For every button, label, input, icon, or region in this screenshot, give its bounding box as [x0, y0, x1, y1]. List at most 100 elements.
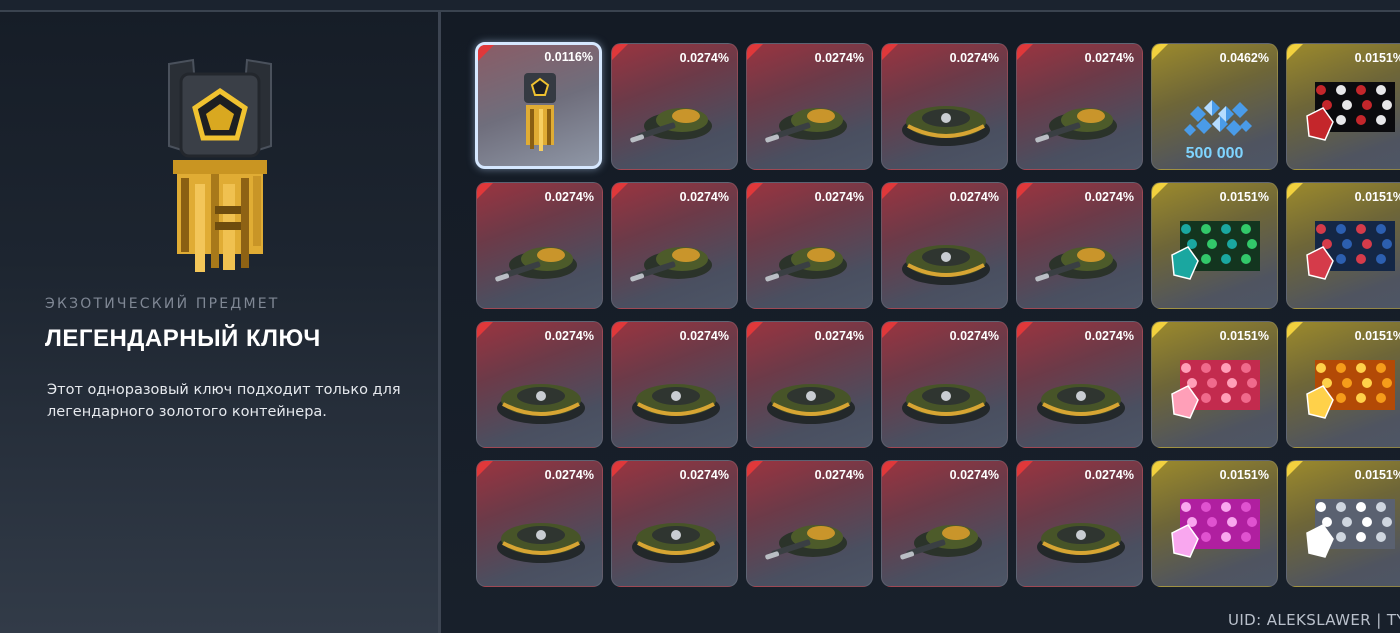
drop-chance-label: 0.0151%	[1354, 329, 1400, 343]
hull-icon	[1037, 523, 1125, 563]
drop-chance-label: 0.0274%	[949, 51, 999, 65]
reward-card[interactable]: 0.0151%	[1286, 43, 1400, 170]
rarity-corner-marker	[1152, 322, 1168, 338]
drop-chance-label: 0.0151%	[1219, 190, 1269, 204]
reward-card[interactable]: 0.0151%	[1151, 182, 1278, 309]
reward-card[interactable]: 0.0274%	[476, 321, 603, 448]
rarity-corner-marker	[882, 322, 898, 338]
drop-chance-label: 0.0151%	[1219, 468, 1269, 482]
reward-card[interactable]: 0.0274%	[476, 460, 603, 587]
drop-chance-label: 0.0274%	[679, 468, 729, 482]
drop-chance-label: 0.0116%	[544, 50, 593, 64]
reward-card[interactable]: 0.0274%	[1016, 460, 1143, 587]
drop-chance-label: 0.0274%	[814, 329, 864, 343]
drop-chance-label: 0.0274%	[679, 190, 729, 204]
drop-chance-label: 0.0274%	[544, 329, 594, 343]
reward-card[interactable]: 0.0274%	[611, 321, 738, 448]
rarity-corner-marker	[478, 45, 494, 61]
drop-chance-label: 0.0274%	[814, 190, 864, 204]
paint-icon	[1171, 221, 1260, 280]
reward-card[interactable]: 0.0151%	[1286, 460, 1400, 587]
drop-chance-label: 0.0274%	[679, 51, 729, 65]
rarity-corner-marker	[477, 183, 493, 199]
hull-icon	[632, 384, 720, 424]
rarity-corner-marker	[747, 183, 763, 199]
drop-chance-label: 0.0274%	[1084, 51, 1134, 65]
drop-chance-label: 0.0151%	[1219, 329, 1269, 343]
rarity-corner-marker	[1152, 183, 1168, 199]
rarity-corner-marker	[882, 183, 898, 199]
hull-icon	[497, 384, 585, 424]
rarity-corner-marker	[1017, 183, 1033, 199]
rarity-corner-marker	[1017, 461, 1033, 477]
legendary-key-icon	[168, 58, 272, 272]
reward-card[interactable]: 0.0462% 500 000	[1151, 43, 1278, 170]
reward-card[interactable]: 0.0274%	[746, 460, 873, 587]
rarity-corner-marker	[1017, 44, 1033, 60]
reward-card[interactable]: 0.0274%	[476, 182, 603, 309]
drop-chance-label: 0.0274%	[1084, 190, 1134, 204]
paint-icon	[1306, 221, 1395, 280]
reward-card[interactable]: 0.0274%	[746, 182, 873, 309]
drop-chance-label: 0.0274%	[1084, 468, 1134, 482]
hull-icon	[902, 384, 990, 424]
drop-chance-label: 0.0151%	[1354, 51, 1400, 65]
reward-card[interactable]: 0.0274%	[881, 182, 1008, 309]
reward-card[interactable]: 0.0274%	[881, 321, 1008, 448]
reward-card[interactable]: 0.0274%	[611, 182, 738, 309]
rarity-corner-marker	[1287, 461, 1303, 477]
drop-chance-label: 0.0274%	[949, 190, 999, 204]
turret-icon	[630, 108, 712, 143]
drop-chance-label: 0.0274%	[544, 468, 594, 482]
drop-chance-label: 0.0151%	[1354, 468, 1400, 482]
golden-key-icon	[524, 73, 556, 151]
hull-icon	[767, 384, 855, 424]
turret-icon	[765, 525, 847, 560]
rarity-corner-marker	[1152, 44, 1168, 60]
reward-card[interactable]: 0.0151%	[1286, 182, 1400, 309]
drop-chance-label: 0.0274%	[544, 190, 594, 204]
top-bar	[0, 0, 1400, 12]
turret-icon	[1035, 247, 1117, 282]
reward-card[interactable]: 0.0151%	[1151, 321, 1278, 448]
turret-icon	[495, 247, 577, 282]
drop-chance-label: 0.0462%	[1219, 51, 1269, 65]
reward-card[interactable]: 0.0274%	[746, 321, 873, 448]
rarity-corner-marker	[612, 44, 628, 60]
item-category: ЭКЗОТИЧЕСКИЙ ПРЕДМЕТ	[45, 296, 280, 312]
hull-icon	[1037, 384, 1125, 424]
hull-icon	[902, 245, 990, 285]
reward-card[interactable]: 0.0274%	[1016, 321, 1143, 448]
paint-icon	[1306, 82, 1395, 141]
item-details-panel: ЭКЗОТИЧЕСКИЙ ПРЕДМЕТ ЛЕГЕНДАРНЫЙ КЛЮЧ Эт…	[0, 12, 438, 633]
rarity-corner-marker	[882, 461, 898, 477]
turret-icon	[900, 525, 982, 560]
reward-card[interactable]: 0.0274%	[881, 43, 1008, 170]
paint-icon	[1171, 360, 1260, 419]
rarity-corner-marker	[882, 44, 898, 60]
reward-card[interactable]: 0.0274%	[881, 460, 1008, 587]
rarity-corner-marker	[1287, 183, 1303, 199]
rarity-corner-marker	[1017, 322, 1033, 338]
reward-card[interactable]: 0.0116%	[475, 42, 602, 169]
item-title: ЛЕГЕНДАРНЫЙ КЛЮЧ	[45, 325, 321, 352]
reward-card[interactable]: 0.0274%	[611, 460, 738, 587]
paint-icon	[1306, 499, 1395, 558]
hull-icon	[632, 523, 720, 563]
reward-card[interactable]: 0.0274%	[746, 43, 873, 170]
reward-card[interactable]: 0.0274%	[1016, 182, 1143, 309]
rarity-corner-marker	[747, 44, 763, 60]
hull-icon	[902, 106, 990, 146]
reward-card[interactable]: 0.0274%	[1016, 43, 1143, 170]
drop-chance-label: 0.0274%	[949, 329, 999, 343]
reward-card[interactable]: 0.0151%	[1286, 321, 1400, 448]
rarity-corner-marker	[612, 183, 628, 199]
reward-card[interactable]: 0.0151%	[1151, 460, 1278, 587]
rarity-corner-marker	[747, 461, 763, 477]
rarity-corner-marker	[477, 461, 493, 477]
rarity-corner-marker	[612, 461, 628, 477]
turret-icon	[765, 108, 847, 143]
crystal-amount: 500 000	[1185, 145, 1244, 162]
turret-icon	[1035, 108, 1117, 143]
reward-card[interactable]: 0.0274%	[611, 43, 738, 170]
